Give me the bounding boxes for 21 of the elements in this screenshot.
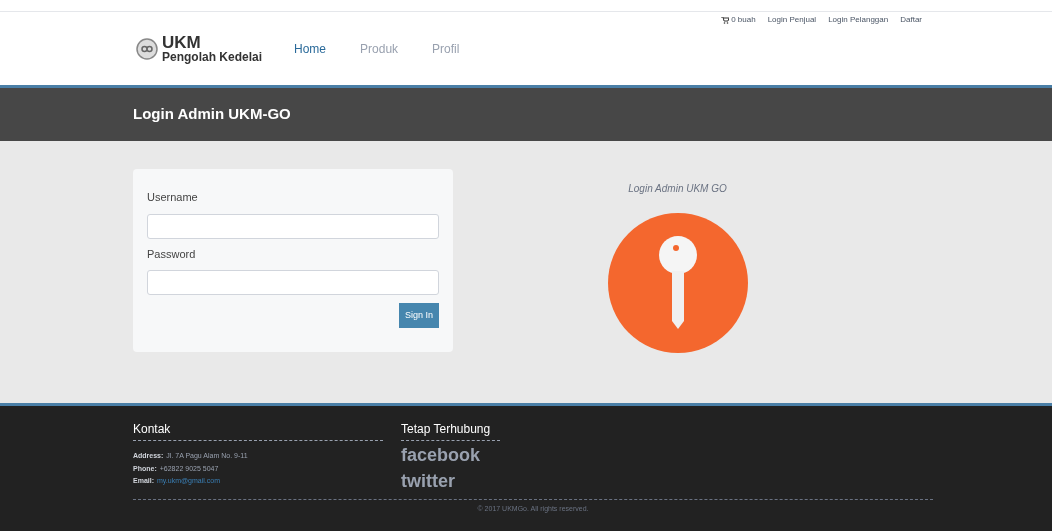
field-label: Password	[147, 246, 197, 262]
top-link[interactable]: Login Pelanggan	[828, 14, 889, 26]
social-link[interactable]: twitter	[401, 469, 501, 493]
brand-title: UKM	[162, 34, 202, 51]
input-field[interactable]	[147, 213, 439, 239]
cart-link[interactable]: 0 buah	[721, 14, 756, 26]
top-link[interactable]: Login Penjual	[767, 14, 817, 26]
key-icon	[607, 213, 748, 353]
input-field[interactable]	[147, 270, 439, 295]
page-title: Login Admin UKM-GO	[133, 104, 291, 125]
footer-heading: Kontak	[133, 420, 383, 441]
footer-heading: Tetap Terhubung	[401, 420, 501, 441]
logo-icon	[136, 37, 158, 60]
brand-subtitle: Pengolah Kedelai	[162, 51, 263, 63]
social-link[interactable]: facebook	[401, 443, 501, 467]
field-label: Username	[147, 190, 199, 205]
aside-caption: Login Admin UKM GO	[628, 182, 727, 196]
sign-in-button[interactable]: Sign In	[398, 303, 439, 328]
top-link[interactable]: Daftar	[900, 14, 922, 26]
cart-icon	[721, 16, 730, 24]
nav-link[interactable]: Home	[294, 39, 327, 58]
